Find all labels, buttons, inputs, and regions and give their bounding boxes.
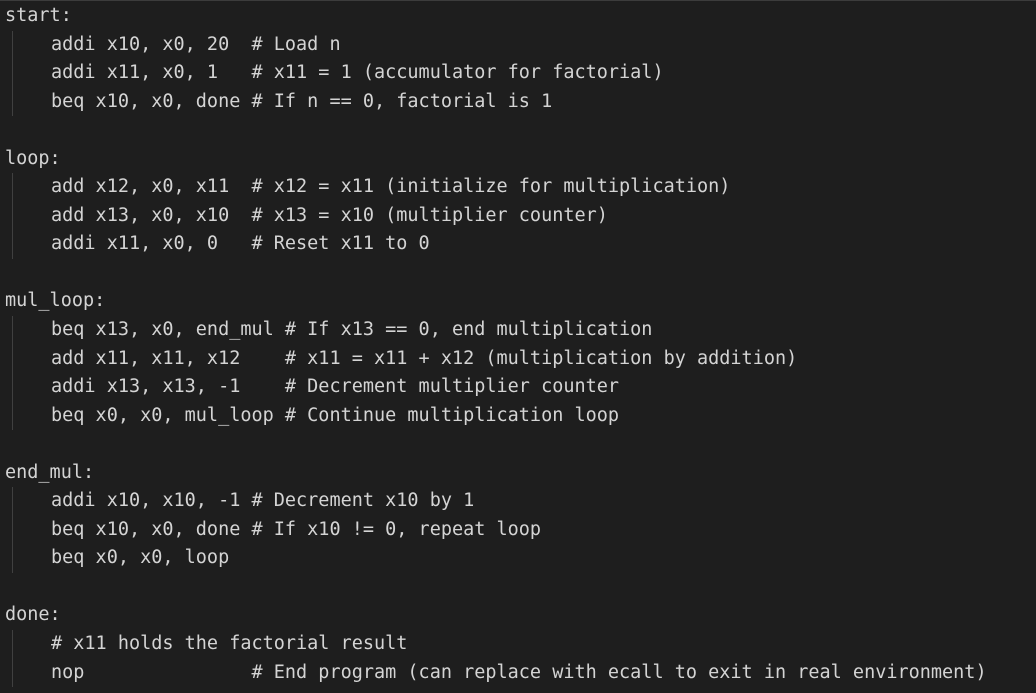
code-text: start:	[5, 5, 72, 26]
indent-guide	[12, 87, 13, 117]
code-line[interactable]: beq x0, x0, mul_loop # Continue multipli…	[5, 401, 1036, 431]
blank-line[interactable]	[5, 116, 1036, 145]
code-text: done:	[5, 604, 61, 626]
code-text: addi x10, x0, 20 # Load n	[51, 33, 341, 55]
indent-guide	[12, 59, 13, 88]
code-text: end_mul:	[5, 461, 95, 483]
code-line[interactable]: addi x13, x13, -1 # Decrement multiplier…	[5, 373, 1036, 402]
code-line[interactable]: beq x10, x0, done # If n == 0, factorial…	[5, 87, 1036, 117]
code-text: loop:	[5, 147, 61, 169]
code-line[interactable]: addi x11, x0, 1 # x11 = 1 (accumulator f…	[5, 59, 1036, 88]
indent-guide	[12, 544, 13, 573]
label-line[interactable]: mul_loop:	[5, 287, 1036, 316]
code-text: addi x13, x13, -1 # Decrement multiplier…	[51, 376, 620, 398]
code-text: beq x13, x0, end_mul # If x13 == 0, end …	[51, 319, 653, 341]
code-line[interactable]: beq x10, x0, done # If x10 != 0, repeat …	[5, 515, 1036, 545]
code-area[interactable]: start: addi x10, x0, 20 # Load n addi x11,…	[5, 2, 1036, 688]
indent-guide	[12, 515, 13, 545]
indent-guide	[12, 201, 13, 231]
label-line[interactable]: done:	[5, 601, 1036, 630]
code-text: add x11, x11, x12 # x11 = x11 + x12 (mul…	[51, 347, 798, 369]
code-text: mul_loop:	[5, 290, 106, 312]
code-line[interactable]: add x13, x0, x10 # x13 = x10 (multiplier…	[5, 201, 1036, 231]
code-text: # x11 holds the factorial result	[51, 633, 408, 655]
code-text: add x12, x0, x11 # x12 = x11 (initialize…	[51, 176, 731, 198]
indent-guide	[12, 401, 13, 431]
indent-guide	[12, 373, 13, 402]
code-text: addi x10, x10, -1 # Decrement x10 by 1	[51, 490, 475, 512]
code-line[interactable]: beq x13, x0, end_mul # If x13 == 0, end …	[5, 316, 1036, 345]
code-line[interactable]: add x11, x11, x12 # x11 = x11 + x12 (mul…	[5, 344, 1036, 374]
code-text: beq x0, x0, mul_loop # Continue multipli…	[51, 404, 620, 426]
code-line[interactable]: addi x10, x0, 20 # Load n	[5, 30, 1036, 60]
indent-guide	[12, 316, 13, 345]
code-text: beq x10, x0, done # If x10 != 0, repeat …	[51, 518, 542, 540]
code-text: beq x10, x0, done # If n == 0, factorial…	[51, 90, 553, 112]
indent-guide	[12, 344, 13, 374]
code-text: addi x11, x0, 0 # Reset x11 to 0	[51, 233, 430, 255]
code-text: nop # End program (can replace with ecal…	[51, 661, 987, 683]
code-line[interactable]: addi x11, x0, 0 # Reset x11 to 0	[5, 230, 1036, 259]
code-text: beq x0, x0, loop	[51, 547, 230, 569]
code-line[interactable]: # x11 holds the factorial result	[5, 630, 1036, 659]
indent-guide	[12, 658, 13, 688]
code-line[interactable]: addi x10, x10, -1 # Decrement x10 by 1	[5, 487, 1036, 516]
code-text: addi x11, x0, 1 # x11 = 1 (accumulator f…	[51, 62, 664, 84]
label-line[interactable]: loop:	[5, 145, 1036, 174]
code-editor[interactable]: start: addi x10, x0, 20 # Load n addi x11,…	[0, 0, 1036, 693]
blank-line[interactable]	[5, 259, 1036, 288]
label-line[interactable]: start:	[5, 2, 1036, 31]
indent-guide	[12, 30, 13, 60]
label-line[interactable]: end_mul:	[5, 459, 1036, 488]
blank-line[interactable]	[5, 430, 1036, 459]
indent-guide	[12, 630, 13, 659]
code-line[interactable]: add x12, x0, x11 # x12 = x11 (initialize…	[5, 173, 1036, 202]
code-line[interactable]: beq x0, x0, loop	[5, 544, 1036, 573]
blank-line[interactable]	[5, 573, 1036, 602]
indent-guide	[12, 487, 13, 516]
indent-guide	[12, 230, 13, 259]
code-text: add x13, x0, x10 # x13 = x10 (multiplier…	[51, 204, 608, 226]
indent-guide	[12, 173, 13, 202]
code-line[interactable]: nop # End program (can replace with ecal…	[5, 658, 1036, 688]
